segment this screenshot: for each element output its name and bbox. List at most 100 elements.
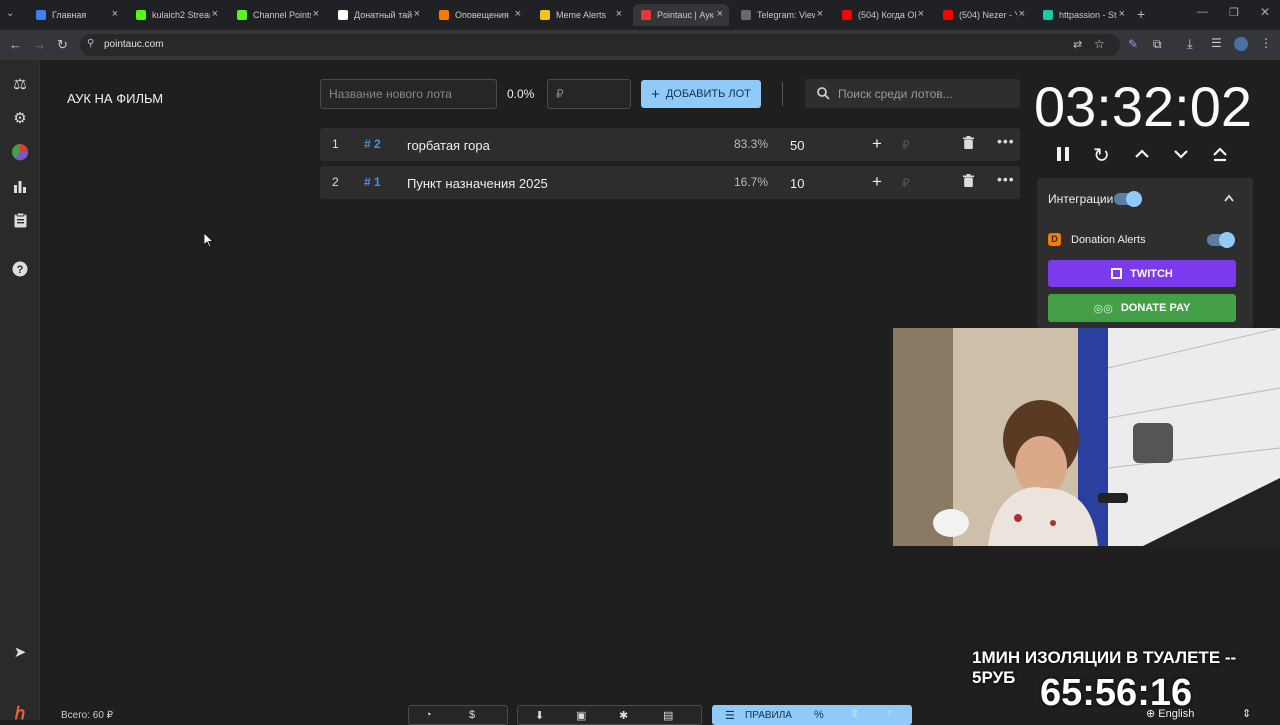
search-placeholder: Поиск среди лотов... — [838, 86, 953, 101]
new-lot-placeholder: Название нового лота — [329, 87, 452, 101]
lot-id[interactable]: # 1 — [364, 175, 381, 189]
dollar-icon[interactable]: $ — [469, 709, 475, 721]
browser-tab[interactable]: Channel Points × — [229, 4, 325, 26]
clipboard-icon[interactable] — [10, 210, 30, 230]
chevron-up-icon[interactable] — [1134, 146, 1150, 167]
chevron-down-icon[interactable] — [1173, 146, 1189, 167]
close-tab-icon[interactable]: × — [1119, 8, 1125, 20]
browser-tab[interactable]: Meme Alerts × — [532, 4, 628, 26]
close-tab-icon[interactable]: × — [1019, 8, 1025, 20]
pause-icon[interactable] — [1055, 146, 1071, 167]
chevron-up-icon[interactable] — [1224, 194, 1234, 202]
wheel-icon[interactable] — [10, 142, 30, 162]
reload-icon[interactable]: ↻ — [57, 37, 68, 53]
save-icon[interactable]: ▣ — [576, 709, 586, 722]
close-tab-icon[interactable]: × — [817, 8, 823, 20]
browser-tab-bar: ⌄ Главная×kulaich2 Stream×Channel Points… — [0, 0, 1280, 30]
close-tab-icon[interactable]: × — [212, 8, 218, 20]
new-lot-name-input[interactable]: Название нового лота — [320, 79, 497, 109]
trash-icon[interactable] — [963, 174, 974, 190]
browser-tab[interactable]: Pointauc | Аук × — [633, 4, 729, 26]
rules-button[interactable]: ПРАВИЛА — [745, 710, 792, 721]
rules-icon[interactable]: ☰ — [725, 709, 735, 722]
close-tab-icon[interactable]: × — [616, 8, 622, 20]
donatepay-label: DONATE PAY — [1120, 302, 1191, 314]
site-info-icon[interactable]: ⚲ — [87, 38, 94, 49]
app-logo-icon[interactable]: ℎ — [10, 704, 30, 724]
tab-favicon — [943, 10, 953, 20]
lot-name[interactable]: Пункт назначения 2025 — [407, 176, 548, 191]
browser-tab[interactable]: Оповещения × — [431, 4, 527, 26]
double-up-icon[interactable] — [1212, 146, 1228, 167]
stats-icon[interactable] — [10, 176, 30, 196]
tab-list-button[interactable]: ⌄ — [6, 8, 22, 22]
percent-toggle[interactable]: % — [814, 709, 824, 721]
close-tab-icon[interactable]: × — [414, 8, 420, 20]
close-tab-icon[interactable]: × — [515, 8, 521, 20]
browser-tab[interactable]: (504) Когда Ol × — [834, 4, 930, 26]
download-icon[interactable]: ⬇ — [535, 709, 544, 722]
profile-avatar[interactable] — [1234, 37, 1248, 51]
browser-tab[interactable]: httpassion - St × — [1035, 4, 1131, 26]
lot-currency[interactable]: ₽ — [902, 176, 910, 190]
compress-icon[interactable]: ⇳ — [850, 707, 859, 720]
restore-button[interactable]: ❐ — [1229, 6, 1239, 19]
lot-amount[interactable]: 10 — [790, 176, 804, 191]
lot-currency[interactable]: ₽ — [902, 138, 910, 152]
lot-amount[interactable]: 50 — [790, 138, 804, 153]
help-icon[interactable]: ? — [10, 259, 30, 279]
more-icon[interactable]: ••• — [997, 133, 1015, 149]
browser-tab[interactable]: kulaich2 Stream× — [128, 4, 224, 26]
clear-icon[interactable]: ▤ — [663, 709, 673, 722]
tab-title: (504) Когда Ol — [858, 10, 916, 20]
currency-placeholder: ₽ — [556, 87, 564, 101]
globe-icon: ⊕ — [1146, 708, 1156, 720]
minimize-button[interactable]: — — [1197, 6, 1208, 18]
back-icon[interactable]: ← — [9, 37, 22, 52]
close-tab-icon[interactable]: × — [918, 8, 924, 20]
new-tab-button[interactable]: + — [1137, 6, 1145, 22]
bug-icon[interactable]: ✱ — [619, 709, 628, 722]
sort-icon[interactable]: ↑ — [887, 707, 893, 719]
translate-icon[interactable]: ⇄ — [1073, 38, 1082, 51]
browser-tab[interactable]: Донатный тай × — [330, 4, 426, 26]
donation-alerts-toggle[interactable] — [1207, 232, 1235, 248]
gavel-icon[interactable]: ⚖ — [10, 74, 30, 94]
close-tab-icon[interactable]: × — [313, 8, 319, 20]
add-lot-button[interactable]: + ДОБАВИТЬ ЛОТ — [641, 80, 761, 108]
browser-tab[interactable]: Telegram: View × — [733, 4, 829, 26]
lot-id[interactable]: # 2 — [364, 137, 381, 151]
forward-icon[interactable]: → — [33, 37, 46, 52]
restart-icon[interactable]: ↻ — [1093, 143, 1110, 168]
extensions-icon[interactable]: ⧉ — [1153, 37, 1162, 52]
twitch-button[interactable]: TWITCH — [1048, 260, 1236, 287]
tab-favicon — [842, 10, 852, 20]
tab-favicon — [439, 10, 449, 20]
language-select[interactable]: ⊕ English ⇕ — [1146, 707, 1251, 720]
donatepay-button[interactable]: ◎◎ DONATE PAY — [1048, 294, 1236, 322]
add-amount-icon[interactable]: + — [872, 172, 882, 192]
lot-search-input[interactable]: Поиск среди лотов... — [805, 79, 1020, 108]
add-amount-icon[interactable]: + — [872, 134, 882, 154]
telegram-icon[interactable]: ➤ — [10, 642, 30, 662]
extension-pen-icon[interactable]: ✎ — [1128, 37, 1138, 51]
bookmark-star-icon[interactable]: ☆ — [1094, 37, 1105, 51]
settings-icon[interactable]: ⚙ — [10, 108, 30, 128]
integrations-toggle[interactable] — [1114, 191, 1142, 207]
lot-name[interactable]: горбатая гора — [407, 138, 490, 153]
browser-tab[interactable]: Главная × — [28, 4, 124, 26]
new-lot-amount-input[interactable]: ₽ — [547, 79, 631, 109]
trash-icon[interactable] — [963, 136, 974, 152]
more-icon[interactable]: ••• — [997, 171, 1015, 187]
history-icon[interactable]: ◔ — [425, 709, 432, 721]
close-window-button[interactable]: ✕ — [1260, 5, 1270, 19]
download-icon[interactable]: ⤓ — [1187, 36, 1193, 52]
browser-menu-icon[interactable]: ⋮ — [1260, 36, 1272, 50]
media-icon[interactable]: ☰ — [1211, 36, 1222, 50]
close-tab-icon[interactable]: × — [717, 8, 723, 20]
tab-title: Оповещения — [455, 10, 509, 20]
close-tab-icon[interactable]: × — [112, 8, 118, 20]
chevron-updown-icon: ⇕ — [1242, 708, 1252, 720]
browser-tab[interactable]: (504) Nezer - Y × — [935, 4, 1031, 26]
address-bar[interactable]: ⚲ pointauc.com ⇄ ☆ — [80, 34, 1120, 56]
